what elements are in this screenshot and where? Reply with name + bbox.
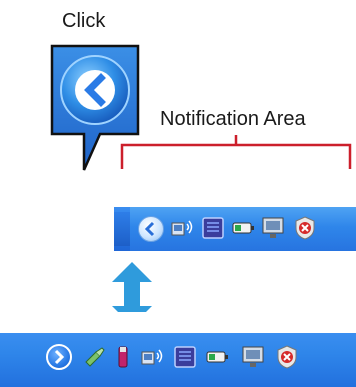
computer-icon[interactable] [240, 344, 266, 370]
security-shield-icon[interactable] [274, 344, 300, 370]
taskbar-edge [114, 212, 130, 246]
battery-icon[interactable] [230, 215, 256, 241]
battery-icon[interactable] [204, 344, 230, 370]
chevron-left-icon[interactable] [138, 216, 164, 242]
network-card-icon[interactable] [200, 215, 226, 241]
network-card-icon[interactable] [172, 344, 198, 370]
connection-icon[interactable] [82, 344, 108, 370]
computer-icon[interactable] [260, 215, 286, 241]
notification-area-collapsed [130, 207, 356, 251]
taskbar-expanded [0, 312, 356, 387]
security-shield-icon[interactable] [292, 215, 318, 241]
notification-area-label: Notification Area [160, 108, 306, 130]
usb-drive-icon[interactable] [110, 344, 136, 370]
click-label: Click [62, 10, 106, 32]
notification-area-bracket [120, 135, 352, 169]
taskbar-collapsed [114, 207, 356, 251]
chevron-right-icon[interactable] [46, 344, 72, 370]
magnified-chevron-left-icon [60, 55, 130, 125]
network-wireless-icon[interactable] [140, 344, 166, 370]
network-wireless-icon[interactable] [170, 215, 196, 241]
